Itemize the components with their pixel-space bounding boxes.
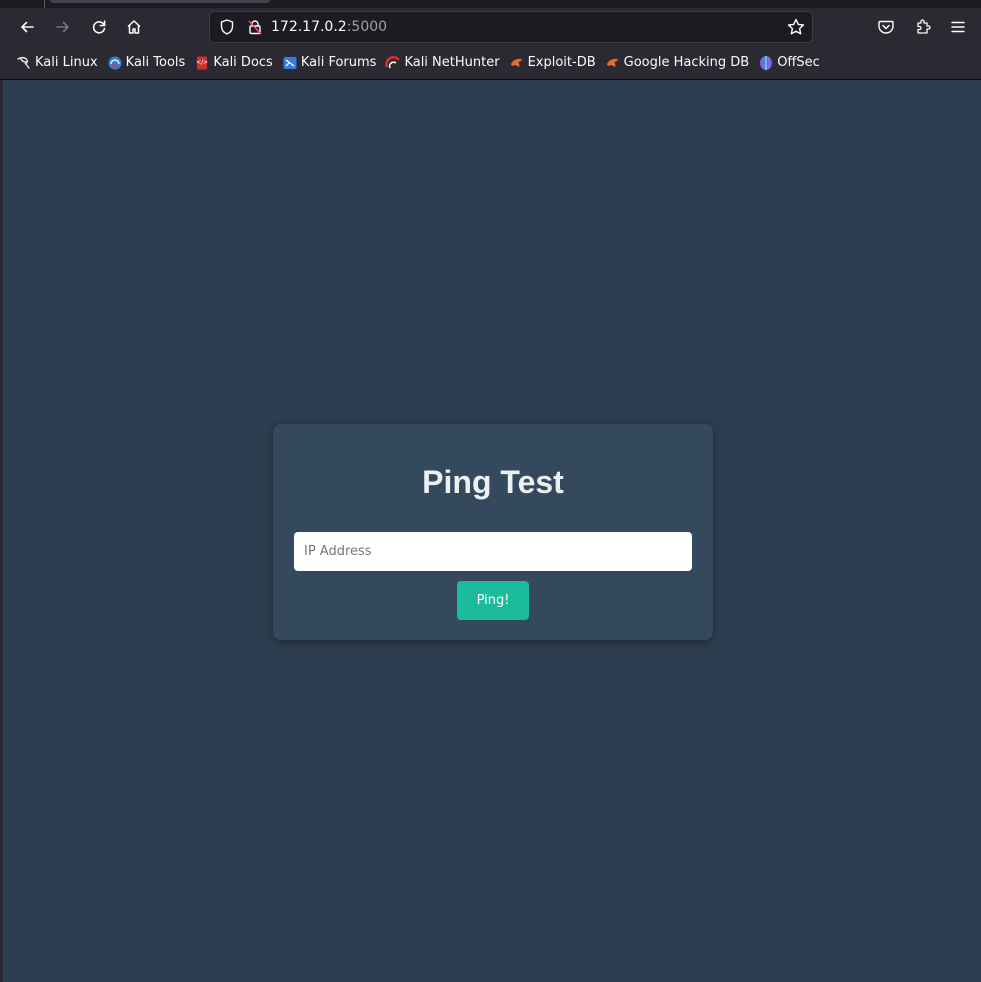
offsec-icon xyxy=(758,55,774,71)
bookmark-label: Kali Forums xyxy=(300,55,377,70)
ghdb-icon xyxy=(605,55,621,71)
bookmark-kali-linux[interactable]: Kali Linux xyxy=(12,50,102,76)
url-host: 172.17.0.2 xyxy=(271,19,347,35)
extensions-button[interactable] xyxy=(907,11,939,43)
tab-divider xyxy=(44,0,45,8)
bookmark-google-hacking-db[interactable]: Google Hacking DB xyxy=(601,50,754,76)
bookmark-label: Exploit-DB xyxy=(527,55,596,70)
bookmark-exploit-db[interactable]: Exploit-DB xyxy=(505,50,600,76)
bookmark-label: Kali NetHunter xyxy=(404,55,500,70)
bookmark-kali-tools[interactable]: 01 Kali Tools xyxy=(103,50,190,76)
bookmark-label: Google Hacking DB xyxy=(623,55,750,70)
extensions-icon xyxy=(914,18,932,36)
kali-dragon-icon xyxy=(16,55,32,71)
page-title: Ping Test xyxy=(422,464,564,500)
kali-tools-icon: 01 xyxy=(107,55,123,71)
browser-window: 172.17.0.2:5000 Kali Linux 01 Kali Tools </… xyxy=(0,0,981,982)
svg-text:</>: </> xyxy=(196,59,208,66)
bookmark-label: Kali Linux xyxy=(35,55,98,70)
tracking-protection-shield-icon[interactable] xyxy=(218,18,236,40)
tab-strip xyxy=(0,0,981,8)
svg-text:01: 01 xyxy=(111,64,117,70)
bookmark-kali-forums[interactable]: Kali Forums xyxy=(278,50,381,76)
ping-button[interactable]: Ping! xyxy=(457,581,529,620)
ip-address-input[interactable] xyxy=(294,532,692,571)
pocket-icon xyxy=(877,18,895,36)
bookmarks-toolbar: Kali Linux 01 Kali Tools </> Kali Docs Kali F… xyxy=(0,46,981,80)
forward-arrow-icon xyxy=(55,19,71,35)
navigation-toolbar: 172.17.0.2:5000 xyxy=(0,8,981,46)
bookmark-kali-docs[interactable]: </> Kali Docs xyxy=(190,50,277,76)
page-content: Ping Test Ping! xyxy=(3,80,981,982)
menu-button[interactable] xyxy=(942,11,974,43)
home-icon xyxy=(126,19,142,35)
bookmark-label: Kali Docs xyxy=(213,55,273,70)
url-port: :5000 xyxy=(346,19,388,35)
exploit-db-icon xyxy=(509,55,525,71)
forward-button[interactable] xyxy=(47,11,79,43)
kali-forums-icon xyxy=(282,55,298,71)
pocket-button[interactable] xyxy=(870,11,902,43)
address-bar[interactable]: 172.17.0.2:5000 xyxy=(209,11,813,43)
bookmark-kali-nethunter[interactable]: Kali NetHunter xyxy=(381,50,503,76)
nethunter-icon xyxy=(385,55,401,71)
bookmark-star-icon[interactable] xyxy=(786,17,806,41)
url-text[interactable]: 172.17.0.2:5000 xyxy=(271,19,387,35)
reload-button[interactable] xyxy=(83,11,115,43)
reload-icon xyxy=(91,19,107,35)
ping-card: Ping Test Ping! xyxy=(273,424,713,640)
back-arrow-icon xyxy=(19,19,35,35)
bookmark-offsec[interactable]: OffSec xyxy=(754,50,824,76)
kali-docs-icon: </> xyxy=(194,55,210,71)
bookmark-label: Kali Tools xyxy=(125,55,186,70)
back-button[interactable] xyxy=(11,11,43,43)
bookmark-label: OffSec xyxy=(777,55,820,70)
hamburger-menu-icon xyxy=(950,19,966,35)
active-tab[interactable] xyxy=(50,0,270,3)
insecure-lock-icon[interactable] xyxy=(246,18,264,40)
home-button[interactable] xyxy=(118,11,150,43)
